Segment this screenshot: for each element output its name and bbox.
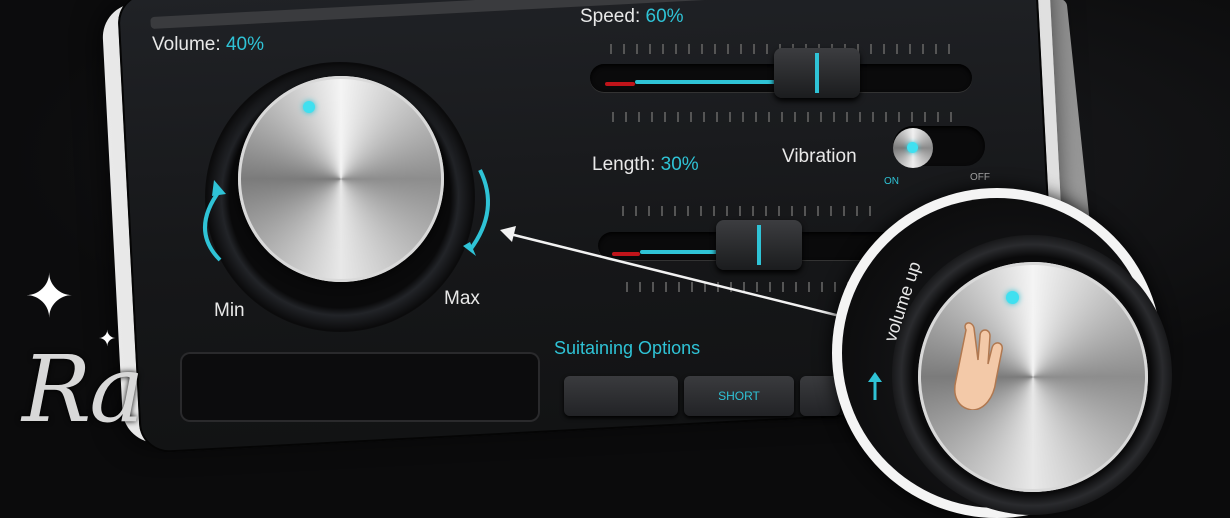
vibration-off-label: OFF (970, 172, 990, 183)
length-label: Length: 30% (592, 154, 699, 176)
volume-label-text: Volume: (152, 34, 226, 55)
volume-min-label: Min (214, 300, 245, 321)
brand-logo: Ra (22, 336, 144, 443)
volume-max-label: Max (444, 288, 480, 309)
arrow-icon (500, 226, 849, 320)
speed-fill-red (605, 82, 635, 86)
toggle-dot-icon (907, 142, 918, 153)
speed-label: Speed: 60% (580, 6, 684, 28)
speed-fill (635, 80, 785, 84)
volume-value: 40% (225, 34, 264, 55)
sustain-short-button[interactable]: SHORT (684, 376, 794, 416)
sparkle-icon: ✦ (24, 263, 75, 330)
length-value: 30% (660, 154, 699, 175)
volume-knob[interactable] (238, 76, 444, 282)
vibration-on-label: ON (884, 176, 899, 187)
length-label-text: Length: (592, 154, 661, 175)
speed-ticks-bottom (612, 112, 952, 122)
length-ticks-top (622, 206, 872, 216)
sustain-option-button-1[interactable] (564, 376, 678, 416)
speed-label-text: Speed: (580, 6, 646, 27)
magnified-knob-dot-icon (1006, 291, 1019, 304)
display-panel (180, 352, 540, 422)
volume-label: Volume: 40% (152, 34, 264, 56)
speed-value: 60% (645, 6, 684, 27)
sustaining-options-label: Suitaining Options (554, 338, 701, 358)
hand-icon (954, 322, 1003, 410)
magnifier-arrow-icon (868, 372, 882, 400)
speed-slider-thumb[interactable] (774, 48, 860, 98)
knob-dot-icon (303, 101, 315, 113)
vibration-label: Vibration (782, 146, 857, 167)
